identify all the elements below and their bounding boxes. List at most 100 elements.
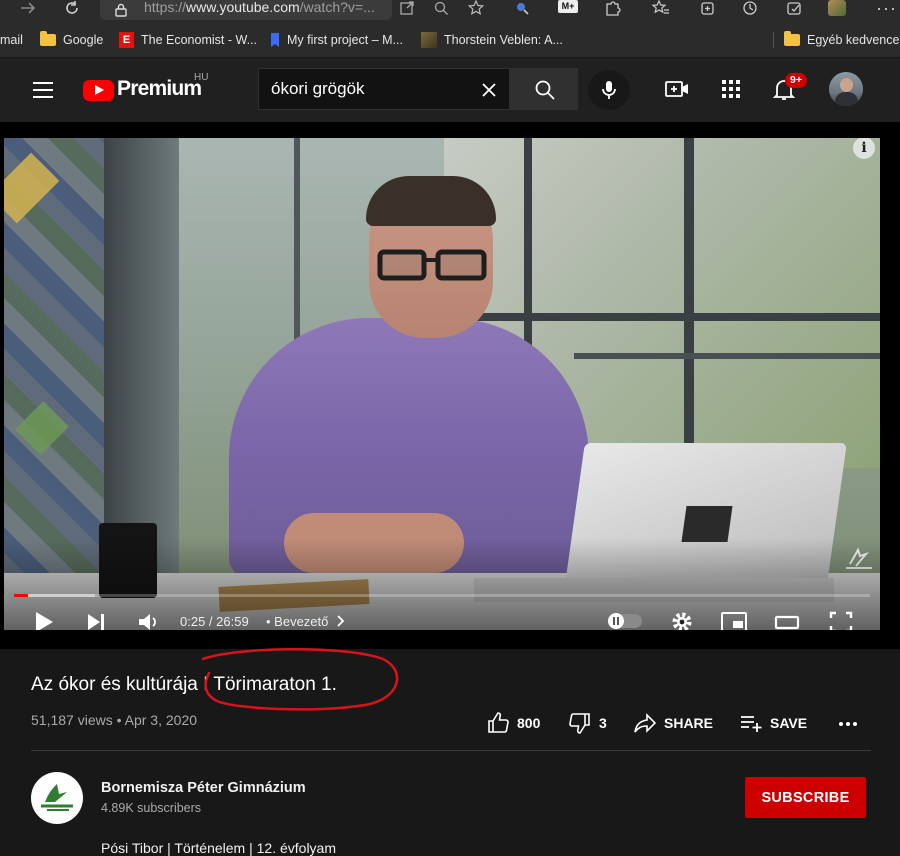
profile-avatar-icon[interactable] [828,0,848,18]
bookmarks-bar: mail Google E The Economist - W... My fi… [0,22,900,58]
apps-grid-icon[interactable] [718,76,744,102]
logo-text: Premium [117,77,202,100]
notification-count-badge: 9+ [785,73,807,88]
share-label: SHARE [664,715,714,731]
folder-icon [784,31,800,46]
subscriber-count: 4.89K subscribers [101,801,202,815]
web-capture-icon[interactable] [784,0,804,18]
region-code: HU [194,72,209,83]
presenter-hair [366,176,496,226]
share-arrow-icon [634,713,657,733]
miniplayer-icon [721,612,747,630]
bookmark-label: Thorstein Veblen: A... [444,33,563,47]
address-bar[interactable]: https://www.youtube.com/watch?v=... [100,0,392,20]
browser-toolbar: https://www.youtube.com/watch?v=... M+ ·… [0,0,900,22]
channel-name[interactable]: Bornemisza Péter Gimnázium [101,780,306,796]
user-avatar[interactable] [829,72,863,106]
save-label: SAVE [770,715,808,731]
bookmark-other-favorites[interactable]: Egyéb kedvencek [784,31,900,49]
more-horizontal-icon [839,722,857,726]
extensions-puzzle-icon[interactable] [603,0,623,18]
play-icon [36,612,53,630]
chapter-title[interactable]: • Bevezető [266,614,346,629]
time-display: 0:25 / 26:59 [180,614,249,629]
fullscreen-icon [829,611,853,630]
history-icon[interactable] [740,0,760,18]
save-button[interactable]: SAVE [739,712,807,734]
extension-mplus-icon[interactable]: M+ [558,0,580,18]
more-actions-button[interactable] [836,712,860,734]
video-player[interactable]: i 0:25 / 26:59 • Bevezető [4,138,880,630]
view-count-and-date: 51,187 views • Apr 3, 2020 [31,712,198,728]
volume-button[interactable] [136,608,160,630]
like-count: 800 [517,715,541,731]
bookmark-icon [271,33,279,47]
folder-icon [40,31,56,46]
thumbs-up-icon [488,712,509,733]
play-button[interactable] [32,608,56,630]
collections-icon[interactable] [697,0,717,18]
bookmarks-separator [773,32,774,48]
next-icon [88,614,104,630]
theater-mode-button[interactable] [774,608,800,630]
create-video-icon[interactable] [664,76,690,102]
bookmark-first-project[interactable]: My first project – M... [270,31,403,49]
youtube-play-logo-icon [83,80,114,101]
forward-icon[interactable] [18,0,38,18]
description-first-line: Pósi Tibor | Történelem | 12. évfolyam [101,840,337,856]
volume-icon [139,614,156,630]
settings-gear-icon [672,612,692,630]
section-divider [31,750,871,751]
progress-bar[interactable] [14,594,870,597]
next-button[interactable] [84,608,108,630]
dislike-button[interactable]: 3 [568,712,607,734]
bookmark-veblen[interactable]: Thorstein Veblen: A... [421,31,563,49]
share-button[interactable]: SHARE [633,712,713,734]
veblen-icon [421,32,437,48]
add-favorite-icon[interactable] [467,0,487,18]
settings-button[interactable] [669,608,695,630]
url-text: https://www.youtube.com/watch?v=... [144,0,375,15]
subscribe-button[interactable]: SUBSCRIBE [745,777,866,818]
chapter-label: • Bevezető [266,614,329,629]
voice-search-button[interactable] [588,70,630,110]
bookmark-economist[interactable]: E The Economist - W... [119,31,257,49]
progress-played [14,594,28,597]
zoom-icon[interactable] [431,0,451,18]
clear-search-icon[interactable] [479,80,499,100]
like-button[interactable]: 800 [486,712,540,734]
channel-avatar[interactable] [31,772,83,824]
bookmark-label: Google [63,33,104,47]
bookmark-mail[interactable]: mail [0,31,23,49]
bookmark-label: The Economist - W... [141,33,258,47]
theater-mode-icon [774,615,800,630]
dislike-count: 3 [599,715,607,731]
search-box [258,68,510,110]
lock-icon [114,3,128,22]
chevron-right-icon [337,615,345,627]
bookmark-label: Egyéb kedvencek [807,33,900,47]
favorites-icon[interactable] [651,0,671,18]
bookmark-label: mail [0,33,23,47]
open-in-app-icon[interactable] [397,0,417,18]
autoplay-toggle[interactable] [608,613,642,630]
bookmark-label: My first project – M... [287,33,403,47]
search-input[interactable] [271,78,471,100]
add-to-playlist-icon [741,716,762,732]
fullscreen-button[interactable] [828,608,854,630]
window-frame [574,353,880,359]
more-options-icon[interactable]: ··· [876,0,896,18]
economist-icon: E [119,32,134,48]
youtube-header: Premium HU 9+ [0,58,900,122]
search-button[interactable] [510,68,578,110]
search-icon [535,80,555,100]
bookmark-google[interactable]: Google [40,31,103,49]
microphone-icon [602,81,616,99]
glasses [376,248,488,284]
miniplayer-button[interactable] [720,608,748,630]
thumbs-down-icon [569,713,590,734]
extension-search-icon[interactable] [512,0,532,18]
wall-pillar [104,138,179,578]
info-icon[interactable]: i [853,138,875,159]
refresh-icon[interactable] [62,0,82,18]
